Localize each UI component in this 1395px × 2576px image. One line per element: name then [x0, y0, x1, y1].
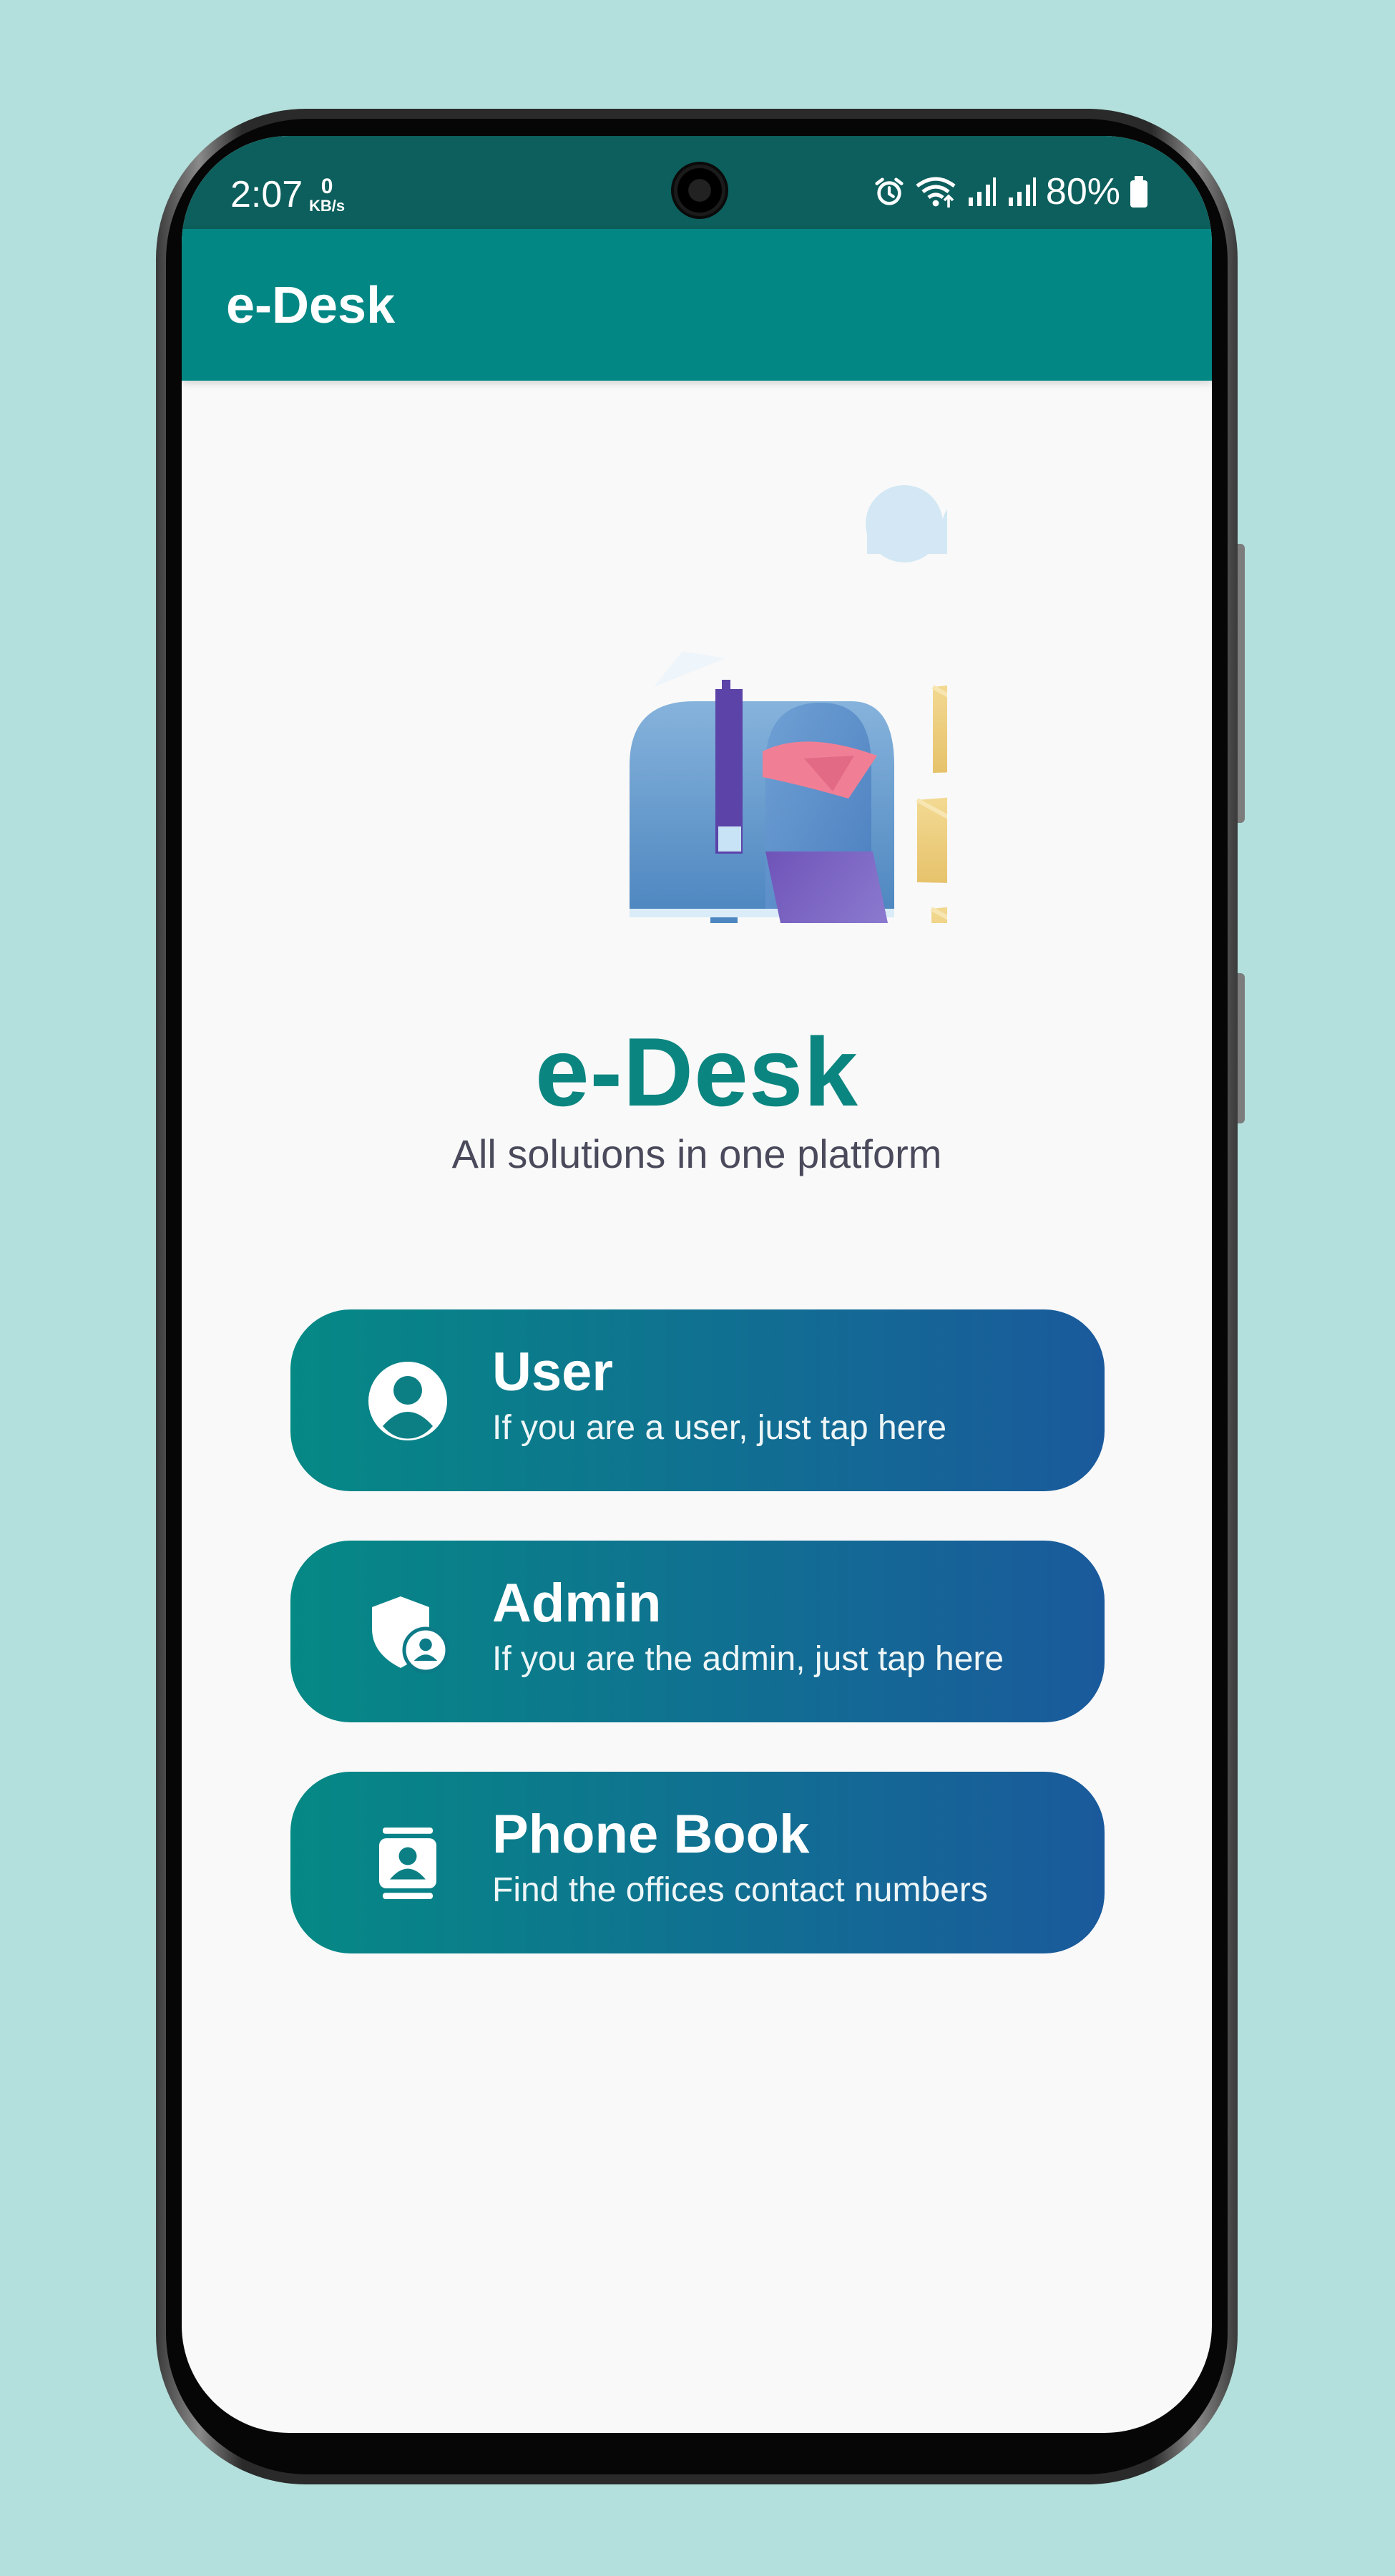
app-bar-title: e-Desk	[226, 277, 396, 334]
wifi-icon	[916, 177, 956, 208]
envelope-icon	[930, 907, 947, 923]
app-bar: e-Desk	[182, 229, 1212, 381]
admin-button-description: If you are the admin, just tap here	[492, 1640, 1004, 1678]
signal-icon	[1008, 177, 1036, 206]
status-icons: 80%	[873, 170, 1149, 213]
user-circle-icon	[368, 1362, 447, 1440]
data-rate-indicator: 0 KB/s	[309, 176, 345, 215]
hero-title: e-Desk	[534, 1018, 859, 1126]
front-camera	[671, 162, 728, 219]
admin-button-title: Admin	[492, 1573, 662, 1634]
signal-icon	[968, 177, 996, 206]
envelope-icon	[931, 685, 947, 773]
mailbox-illustration	[630, 485, 947, 923]
contact-book-icon	[379, 1828, 436, 1899]
cloud-shape	[866, 485, 947, 562]
envelope-icon	[916, 797, 947, 883]
user-button[interactable]: User If you are a user, just tap here	[290, 1309, 1105, 1491]
phone-book-button-description: Find the offices contact numbers	[492, 1871, 988, 1909]
battery-percentage: 80%	[1045, 171, 1120, 213]
volume-button	[1238, 544, 1245, 823]
data-rate-value: 0	[320, 175, 333, 198]
paper-shape	[654, 651, 725, 687]
status-bar: 2:07 0 KB/s 80%	[182, 136, 1212, 229]
phone-book-button-title: Phone Book	[492, 1804, 810, 1865]
app-screen: 2:07 0 KB/s 80% e-Desk e-Desk All soluti…	[182, 136, 1212, 2433]
battery-icon	[1130, 176, 1147, 208]
admin-button[interactable]: Admin If you are the admin, just tap her…	[290, 1541, 1105, 1722]
phone-book-button[interactable]: Phone Book Find the offices contact numb…	[290, 1772, 1105, 1953]
flag-pole	[722, 680, 730, 708]
admin-shield-icon	[372, 1596, 449, 1674]
data-rate-unit: KB/s	[309, 197, 346, 215]
status-time: 2:07	[230, 174, 303, 215]
flag-tip	[718, 826, 741, 852]
hero-subtitle: All solutions in one platform	[451, 1131, 942, 1176]
power-button	[1238, 973, 1245, 1123]
user-button-description: If you are a user, just tap here	[492, 1409, 947, 1447]
user-button-title: User	[492, 1342, 613, 1402]
alarm-icon	[875, 177, 904, 205]
